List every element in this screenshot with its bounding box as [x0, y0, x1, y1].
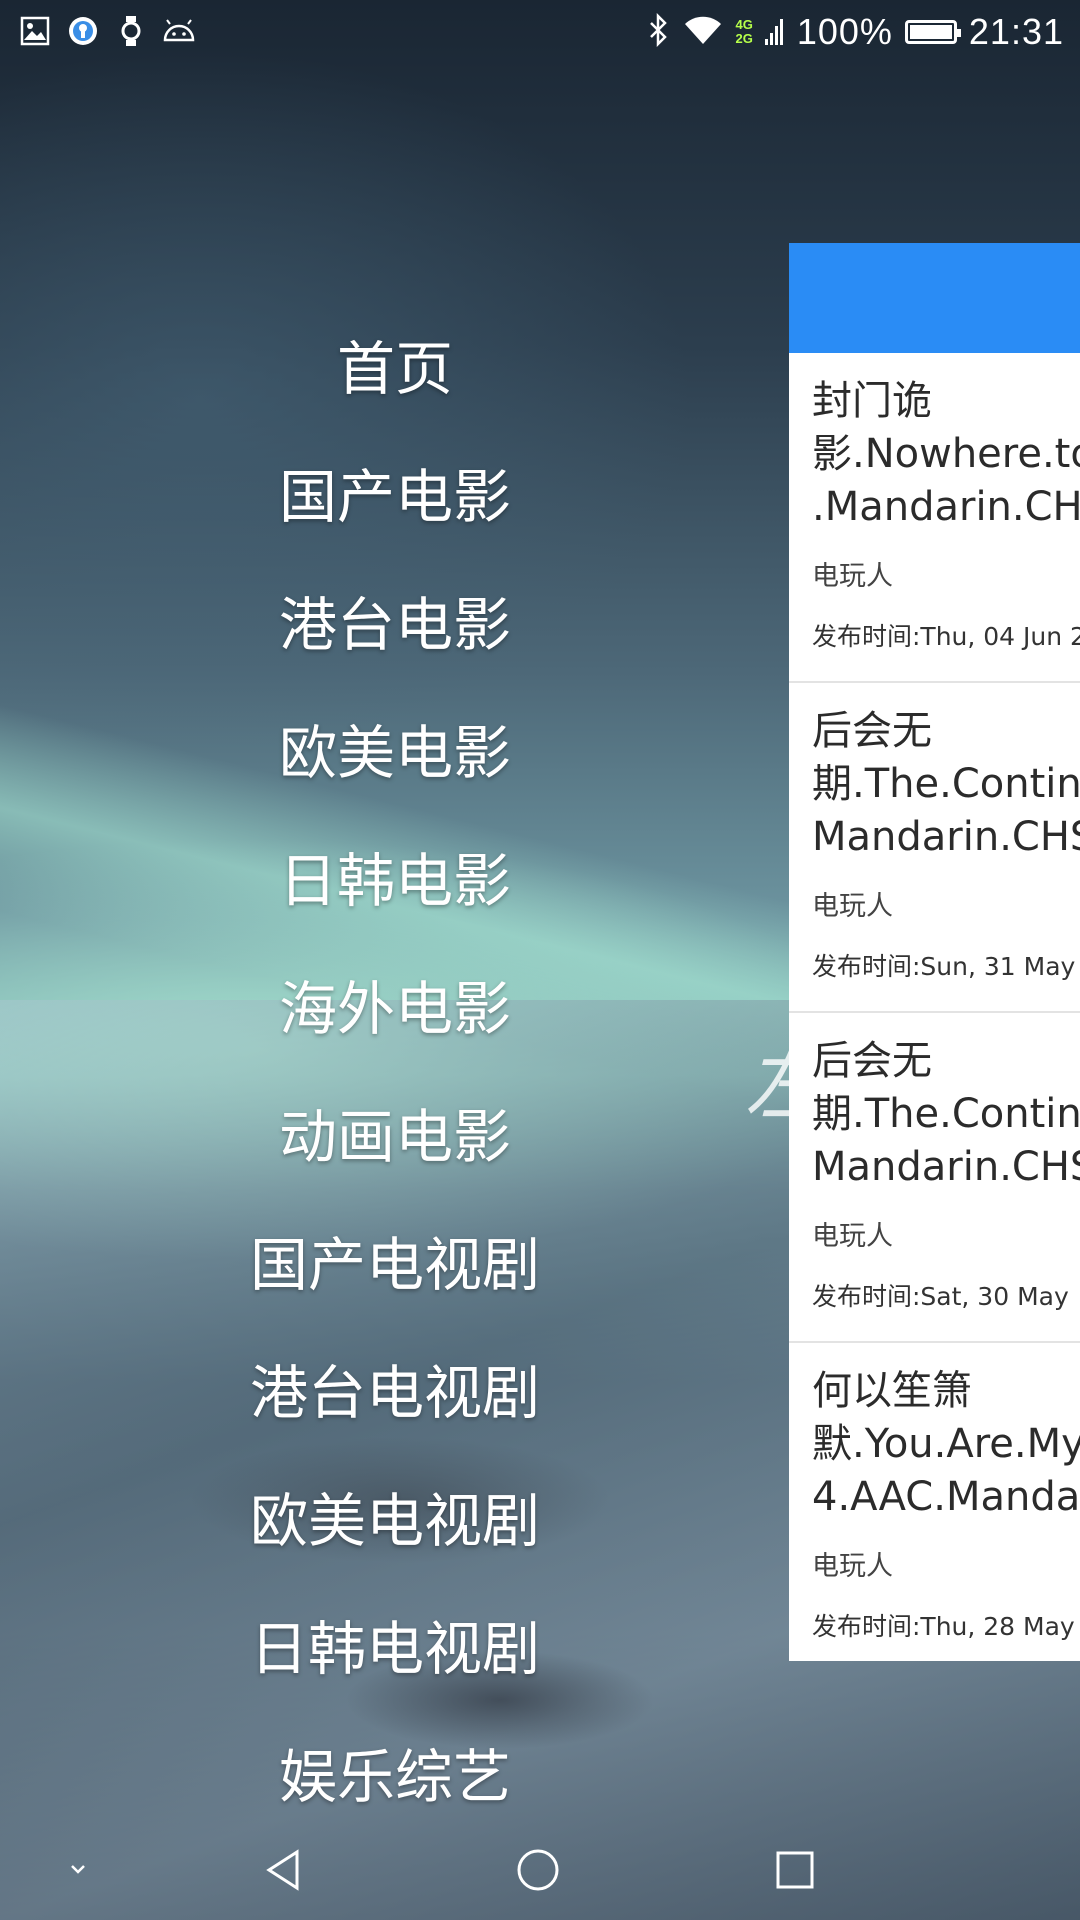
post-card[interactable]: 封门诡影.Nowhere.to .Mandarin.CHS 电玩人发布时间:Thu,… — [789, 353, 1080, 683]
post-card[interactable]: 后会无期.The.Contine Mandarin.CHS. 电玩人发布时间:Sun… — [789, 683, 1080, 1013]
bluetooth-icon — [647, 12, 671, 51]
post-author: 电玩人 — [812, 1221, 893, 1252]
post-title-line: 后会无 — [812, 708, 932, 754]
status-left-icons — [18, 14, 196, 48]
chevron-down-icon[interactable] — [48, 1840, 108, 1900]
recents-icon[interactable] — [765, 1840, 825, 1900]
post-title-line: 4.AAC.Mandari — [812, 1474, 1080, 1520]
android-icon — [162, 14, 196, 48]
post-list: 封门诡 影.Nowhere.to .Mandarin.CHS 电玩人 发布时间:Thu,… — [789, 353, 1080, 1661]
drawer-item-6[interactable]: 动画电影 — [0, 1073, 790, 1201]
network-2g: 2G — [735, 31, 753, 46]
vpn-icon — [66, 14, 100, 48]
image-icon — [18, 14, 52, 48]
status-right: 4G 2G 100% 21:31 — [647, 8, 1064, 56]
post-card[interactable]: 何以笙箫默.You.Are.My 4.AAC.Mandari 电玩人发布时间:Thu… — [789, 1343, 1080, 1661]
post-title-line: 封门诡 — [812, 378, 932, 424]
watch-icon — [114, 14, 148, 48]
panel-toolbar — [789, 243, 1080, 353]
post-title-line: 何以笙箫 — [812, 1368, 972, 1414]
post-author: 电玩人 — [812, 561, 893, 592]
back-icon[interactable] — [253, 1840, 313, 1900]
drawer-item-4[interactable]: 日韩电影 — [0, 817, 790, 945]
post-title-line: Mandarin.CHS. — [812, 1144, 1080, 1190]
network-4g: 4G — [735, 17, 753, 32]
post-title-line: 影.Nowhere.to — [812, 431, 1080, 477]
post-title-line: 期.The.Contine — [812, 761, 1080, 807]
drawer-item-7[interactable]: 国产电视剧 — [0, 1201, 790, 1329]
post-date: 发布时间:Thu, 04 Jun 2 — [812, 622, 1080, 651]
drawer-item-5[interactable]: 海外电影 — [0, 945, 790, 1073]
drawer-item-0[interactable]: 首页 — [0, 305, 790, 433]
post-author: 电玩人 — [812, 891, 893, 922]
post-date: 发布时间:Sun, 31 May — [812, 952, 1076, 981]
navigation-bar — [0, 1820, 1080, 1920]
home-icon[interactable] — [508, 1840, 568, 1900]
battery-fill — [909, 25, 952, 39]
network-type: 4G 2G — [735, 18, 752, 46]
drawer-item-9[interactable]: 欧美电视剧 — [0, 1457, 790, 1585]
content-panel: 封门诡 影.Nowhere.to .Mandarin.CHS 电玩人 发布时间:Thu,… — [789, 243, 1080, 1661]
post-title-line: 期.The.Contine — [812, 1091, 1080, 1137]
post-title-line: Mandarin.CHS. — [812, 814, 1080, 860]
post-date: 发布时间:Thu, 28 May — [812, 1612, 1075, 1641]
status-bar: 4G 2G 100% 21:31 — [0, 0, 1080, 64]
signal-icon — [764, 13, 785, 51]
post-title-line: .Mandarin.CHS — [812, 484, 1080, 530]
post-title-line: 后会无 — [812, 1038, 932, 1084]
clock: 21:31 — [968, 11, 1064, 52]
post-author: 电玩人 — [812, 1551, 893, 1582]
drawer-item-8[interactable]: 港台电视剧 — [0, 1329, 790, 1457]
wifi-icon — [683, 14, 723, 50]
drawer-item-10[interactable]: 日韩电视剧 — [0, 1585, 790, 1713]
drawer-item-2[interactable]: 港台电影 — [0, 561, 790, 689]
post-date: 发布时间:Sat, 30 May — [812, 1282, 1069, 1311]
drawer-item-1[interactable]: 国产电影 — [0, 433, 790, 561]
post-title-line: 默.You.Are.My — [812, 1421, 1080, 1467]
battery-icon — [904, 20, 961, 44]
drawer-item-3[interactable]: 欧美电影 — [0, 689, 790, 817]
post-card[interactable]: 后会无期.The.Contine Mandarin.CHS. 电玩人发布时间:Sat… — [789, 1013, 1080, 1343]
battery-percent: 100% — [796, 11, 893, 52]
drawer-menu: 首页 国产电影 港台电影 欧美电影 日韩电影 海外电影 动画电影 国产电视剧 港台电视剧 欧美电视… — [0, 305, 790, 1841]
